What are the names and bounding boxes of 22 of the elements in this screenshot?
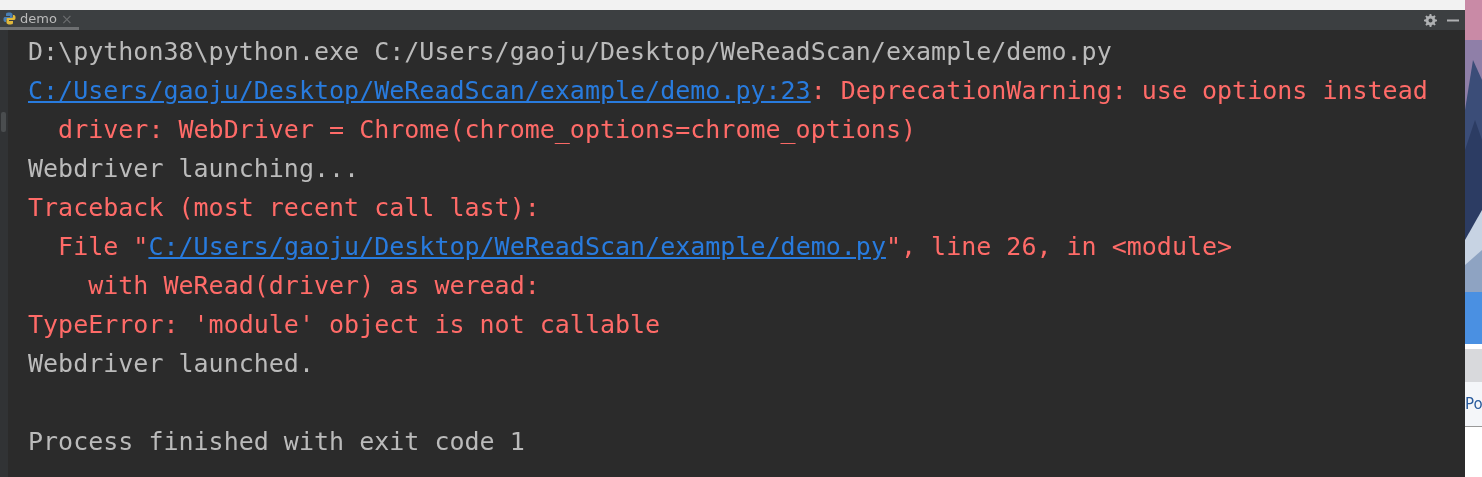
- file-link[interactable]: C:/Users/gaoju/Desktop/WeReadScan/example/demo.py:23: [28, 76, 811, 105]
- close-icon[interactable]: ×: [60, 10, 73, 27]
- file-link[interactable]: C:/Users/gaoju/Desktop/WeReadScan/example/demo.py: [148, 232, 886, 261]
- console-text: ", line 26, in <module>: [885, 232, 1233, 261]
- console-text: TypeError: 'module' object is not callable: [28, 310, 661, 339]
- console-text: Traceback (most recent call last):: [28, 193, 540, 222]
- console-text: Webdriver launching...: [28, 154, 360, 183]
- toolbar-strip: [1465, 349, 1482, 382]
- gutter-marker: [1, 112, 6, 132]
- console-text: File ": [57, 232, 149, 261]
- settings-icon[interactable]: [1424, 13, 1437, 27]
- console-text: Webdriver launched.: [28, 349, 314, 378]
- editor-tab[interactable]: demo ×: [0, 10, 79, 30]
- console-text: driver: WebDriver = Chrome(chrome_options=chrome_options): [57, 115, 917, 144]
- background-window-text: Po: [1465, 395, 1482, 413]
- python-icon: [3, 12, 16, 25]
- banner-bar: [1465, 292, 1482, 344]
- console-text: D:\python38\python.exe C:/Users/gaoju/Desktop/WeReadScan/example/demo.py: [28, 37, 1112, 66]
- console-text: : DeprecationWarning: use options instead: [810, 76, 1428, 105]
- minimize-icon[interactable]: [1447, 18, 1459, 22]
- console-text: Process finished with exit code 1: [28, 427, 525, 456]
- console-text: with WeRead(driver) as weread:: [87, 271, 540, 300]
